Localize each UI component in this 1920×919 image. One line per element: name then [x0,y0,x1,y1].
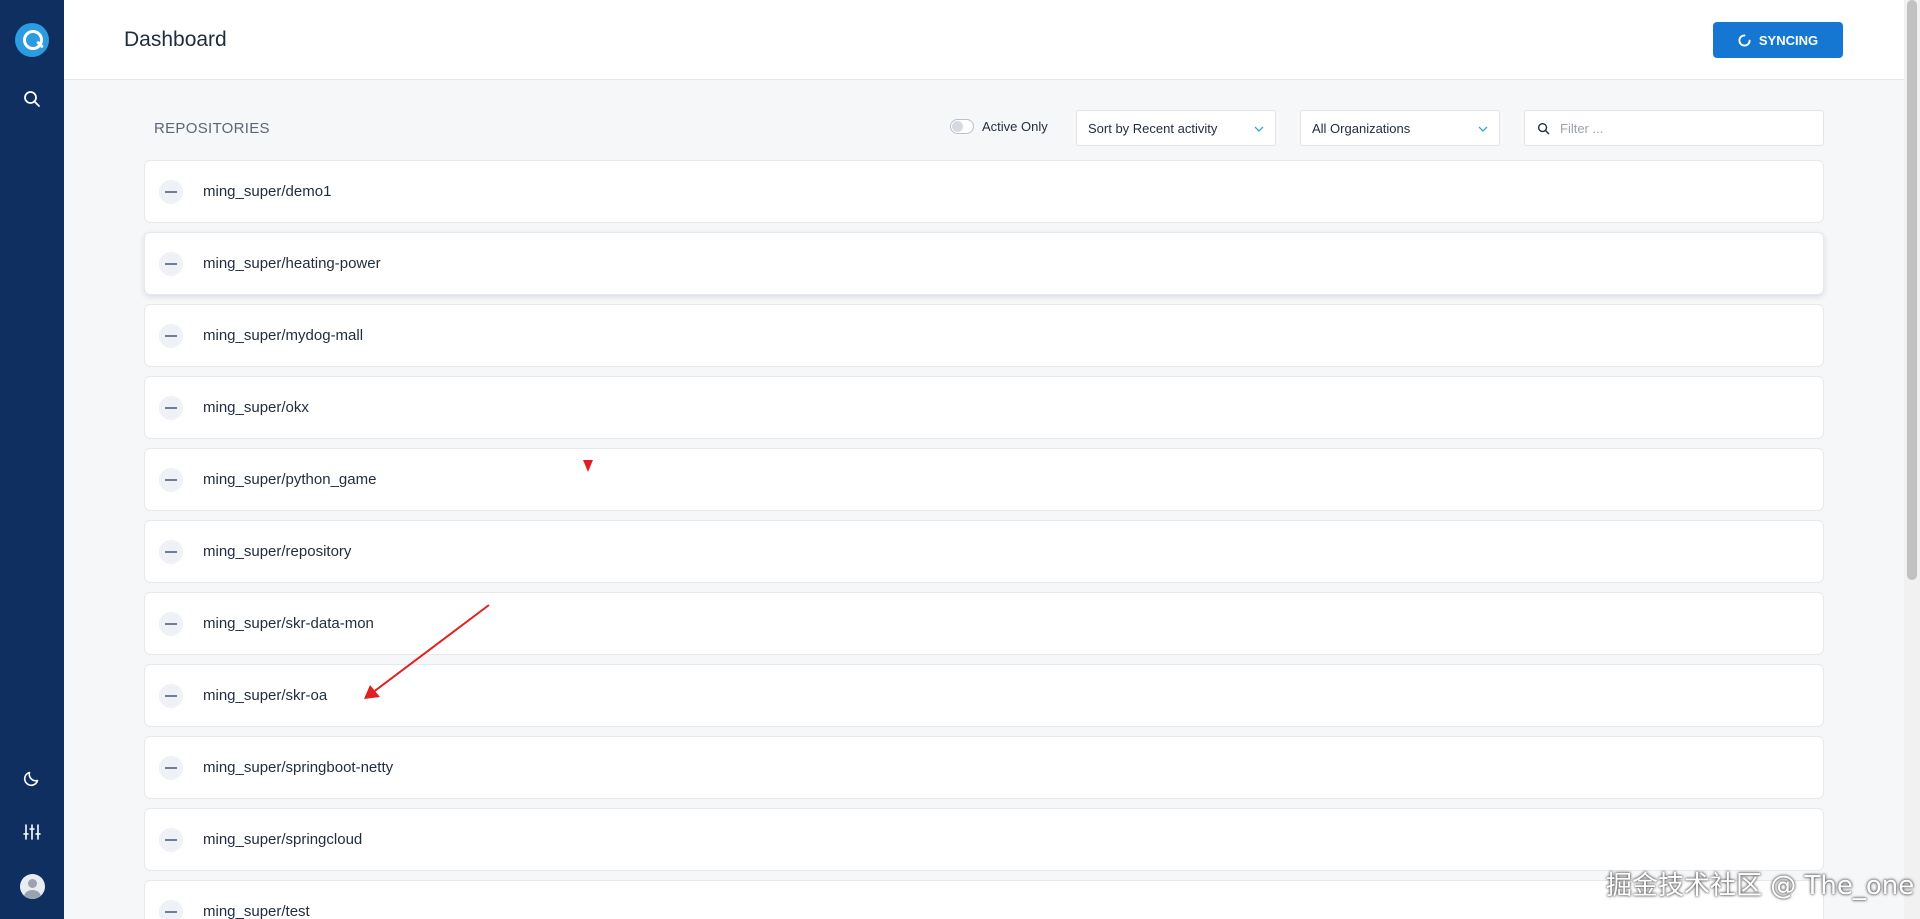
inactive-status-icon [159,611,183,636]
repository-list: ming_super/demo1 ming_super/heating-powe… [144,160,1824,919]
sync-button-label: SYNCING [1758,32,1819,48]
chevron-down-icon [1478,126,1488,132]
repo-row[interactable]: ming_super/demo1 [144,160,1824,223]
user-avatar[interactable] [20,874,45,899]
repo-name: ming_super/skr-data-mon [203,615,374,632]
organization-select-value: All Organizations [1312,120,1411,136]
chevron-down-icon [1254,126,1264,132]
repo-name: ming_super/test [203,903,310,919]
sidebar [0,0,64,919]
organization-select[interactable]: All Organizations [1300,110,1500,146]
repo-name: ming_super/repository [203,543,352,560]
repo-row[interactable]: ming_super/python_game [144,448,1824,511]
repo-name: ming_super/springboot-netty [203,759,394,776]
header: Dashboard SYNCING [64,0,1904,80]
repo-row[interactable]: ming_super/mydog-mall [144,304,1824,367]
toggle-switch[interactable] [950,119,974,134]
moon-icon[interactable] [20,766,44,790]
sync-button[interactable]: SYNCING [1713,22,1843,58]
filter-box [1524,110,1824,146]
inactive-status-icon [159,755,183,780]
inactive-status-icon [159,467,183,492]
app-logo[interactable] [15,23,49,57]
repo-name: ming_super/heating-power [203,255,381,272]
inactive-status-icon [159,683,183,708]
inactive-status-icon [159,395,183,420]
inactive-status-icon [159,539,183,564]
repo-row[interactable]: ming_super/heating-power [144,232,1824,295]
repo-name: ming_super/skr-oa [203,687,328,704]
repo-row[interactable]: ming_super/skr-oa [144,664,1824,727]
repo-row[interactable]: ming_super/springboot-netty [144,736,1824,799]
active-only-toggle[interactable]: Active Only [950,119,1048,134]
filter-input[interactable] [1560,120,1810,136]
main-content: REPOSITORIES Active Only Sort by Recent … [64,80,1904,919]
repo-row[interactable]: ming_super/okx [144,376,1824,439]
sort-select[interactable]: Sort by Recent activity [1076,110,1276,146]
watermark-text: 掘金技术社区 @ The_one [1606,871,1915,901]
section-label: REPOSITORIES [154,120,270,137]
page-title: Dashboard [124,28,227,51]
search-icon [1537,122,1550,134]
search-icon[interactable] [20,87,44,111]
inactive-status-icon [159,179,183,204]
repo-name: ming_super/mydog-mall [203,327,364,344]
repo-row[interactable]: ming_super/repository [144,520,1824,583]
sliders-icon[interactable] [20,820,44,844]
inactive-status-icon [159,323,183,348]
repo-row[interactable]: ming_super/springcloud [144,808,1824,871]
repo-name: ming_super/okx [203,399,309,416]
repo-name: ming_super/python_game [203,471,377,488]
repo-name: ming_super/demo1 [203,183,332,200]
repo-row[interactable]: ming_super/skr-data-mon [144,592,1824,655]
scrollbar-thumb[interactable] [1907,0,1917,580]
sort-select-value: Sort by Recent activity [1088,120,1218,136]
inactive-status-icon [159,827,183,852]
active-only-label: Active Only [982,119,1048,134]
inactive-status-icon [159,899,183,919]
spinner-icon [1738,33,1751,47]
repo-row[interactable]: ming_super/test [144,880,1824,919]
repo-name: ming_super/springcloud [203,831,363,848]
inactive-status-icon [159,251,183,276]
